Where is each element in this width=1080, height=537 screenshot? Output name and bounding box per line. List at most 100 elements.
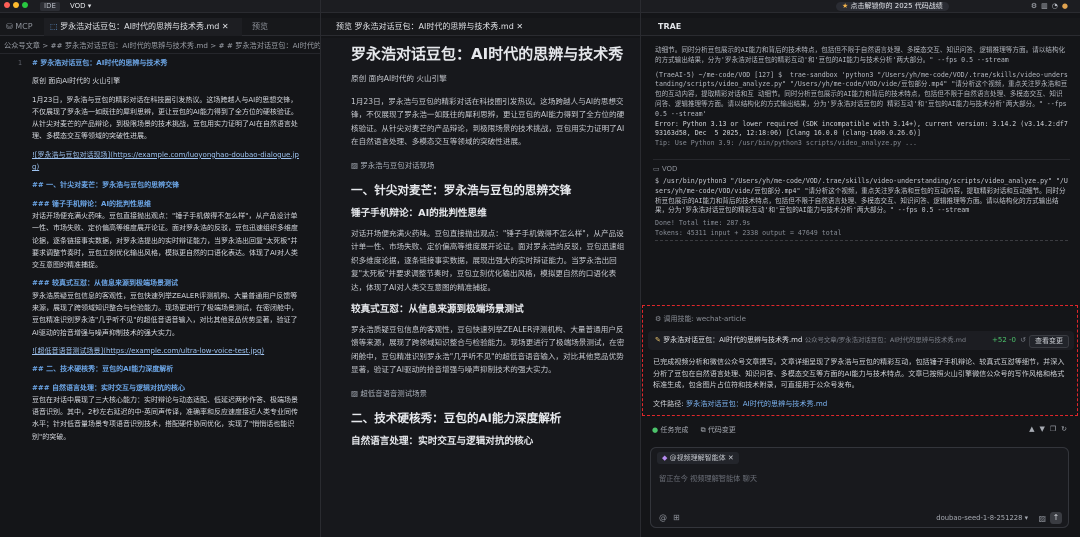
mcp-icon: ⛁ — [6, 22, 13, 31]
minimize-window-icon[interactable] — [13, 2, 19, 8]
editor-panel: 公众号文章 > ## 罗永浩对话豆包：AI时代的思辨与技术秀.md > # # … — [0, 38, 320, 537]
preview-image-1: ▨ 罗永浩与豆包对话现场 — [351, 159, 628, 173]
bell-icon[interactable]: ◔ — [1052, 2, 1062, 10]
preview-image-2: ▨ 超低音语音测试场景 — [351, 387, 628, 401]
terminal-done: Done! Total time: 287.9s — [655, 219, 751, 228]
toolbar-icons[interactable]: ⚙▥◔● — [952, 2, 1072, 11]
thumbs-down-icon[interactable]: ▼ — [1039, 425, 1049, 433]
model-selector[interactable]: doubao-seed-1-8-251228 ▾ — [936, 514, 1028, 522]
agent-chip[interactable]: ◆ @视频理解智能体 ✕ — [657, 452, 739, 464]
terminal-output-2: (TraeAI-5) ~/me-code/VOD [127] $ trae-sa… — [655, 70, 1071, 118]
task-status-row: ● 任务完成 ⧉ 代码变更 ▲▼❐↻ — [652, 425, 1072, 435]
attach-icon[interactable]: ⊞ — [673, 513, 680, 522]
terminal-tip: Tip: Use Python 3.9: /usr/bin/python3 sc… — [655, 139, 918, 148]
settings-icon[interactable]: ⚙ — [1031, 2, 1041, 10]
code-line: 1月23日，罗永浩与豆包的精彩对话在科技圈引发热议。这场跨越人与AI的思想交锋，… — [32, 95, 298, 141]
skill-icon: ⚙ — [655, 315, 662, 323]
code-line: ![超低音语音测试场景](https://example.com/ultra-l… — [32, 346, 265, 355]
refresh-icon[interactable]: ↻ — [1061, 425, 1072, 433]
feedback-icons[interactable]: ▲▼❐↻ — [1029, 425, 1072, 433]
chat-input-box[interactable]: ◆ @视频理解智能体 ✕ 留正在今 视频理解智能体 聊天 @ ⊞ doubao-… — [650, 447, 1069, 528]
preview-byline: 原创 面向AI时代的 火山引擎 — [351, 74, 447, 83]
preview-title: 罗永浩对话豆包：AI时代的思辨与技术秀 — [351, 45, 624, 63]
copy-icon[interactable]: ❐ — [1050, 425, 1061, 433]
send-icon[interactable]: ↑ — [1050, 512, 1062, 524]
avatar[interactable]: ● — [1062, 2, 1072, 10]
broken-image-icon: ▨ — [351, 160, 358, 170]
markdown-preview: 罗永浩对话豆包：AI时代的思辨与技术秀 原创 面向AI时代的 火山引擎 1月23… — [321, 38, 640, 449]
code-content[interactable]: # 罗永浩对话豆包：AI时代的思辨与技术秀 原创 面向AI时代的 火山引擎 1月23… — [32, 57, 300, 443]
summary-text: 已完成视频分析和微信公众号文章撰写。文章详细呈现了罗永浩与豆包的精彩互动，包括锤… — [653, 357, 1065, 390]
code-line: 原创 面向AI时代的 火山引擎 — [32, 77, 121, 86]
code-changes-tab[interactable]: ⧉ 代码变更 — [701, 426, 736, 434]
preview-h2-b: 二、技术硬核秀：豆包的AI能力深度解析 — [351, 411, 562, 425]
code-line: ![罗永浩与豆包对话现场](https://example.com/luoyon… — [32, 150, 299, 172]
markdown-file-icon: ⬚ — [50, 22, 58, 31]
code-editor[interactable]: 1 # 罗永浩对话豆包：AI时代的思辨与技术秀 原创 面向AI时代的 火山引擎 1月2… — [0, 54, 320, 441]
tab-editor-file[interactable]: ⬚ 罗永浩对话豆包：AI时代的思辨与技术秀.md ✕ — [44, 18, 242, 36]
revert-icon[interactable]: ↺ — [1020, 331, 1026, 350]
preview-para-b: 罗永浩质疑豆包信息的客观性，豆包快速列举ZEALER评测机构、大量普通用户反馈等… — [351, 324, 625, 375]
year-report-banner[interactable]: ★ 点击解锁你的 2025 代码战绩 — [836, 2, 949, 11]
code-line: 罗永浩质疑豆包信息的客观性，豆包快速列举ZEALER评测机构、大量普通用户反馈等… — [32, 291, 298, 337]
skill-call: ⚙ 调用技能: wechat-article — [655, 314, 746, 324]
file-path-row: 文件路径: 罗永浩对话豆包：AI时代的思辨与技术秀.md — [653, 399, 827, 409]
tab-trae[interactable]: TRAE — [652, 18, 712, 36]
code-line: 对话开场便充满火药味。豆包直接抛出观点："锤子手机做得不怎么样"，从产品设计单一… — [32, 211, 298, 270]
preview-intro: 1月23日，罗永浩与豆包的精彩对话在科技圈引发热议。这场跨越人与AI的思想交锋，… — [351, 96, 625, 147]
image-icon[interactable]: ▨ — [1038, 514, 1046, 523]
code-line: ### 较真式互怼：从信息来源到极端场景测试 — [32, 279, 179, 288]
tab-preview-short[interactable]: 预览 — [246, 18, 296, 36]
file-path-link[interactable]: 罗永浩对话豆包：AI时代的思辨与技术秀.md — [686, 399, 827, 408]
code-changes-label: 代码变更 — [707, 426, 736, 434]
code-line: 豆包在对话中展现了三大核心能力：实时辩论与动态适配、低延迟两秒作答、极端场景语音… — [32, 395, 298, 441]
preview-h2-a: 一、针尖对麦芒：罗永浩与豆包的思辨交锋 — [351, 183, 572, 197]
tab-preview-short-label: 预览 — [252, 22, 268, 31]
close-window-icon[interactable] — [4, 2, 10, 8]
maximize-window-icon[interactable] — [22, 2, 28, 8]
image-1-alt: 罗永浩与豆包对话现场 — [360, 160, 435, 170]
file-path-label: 文件路径: — [653, 399, 684, 408]
agent-icon: ◆ — [662, 454, 668, 462]
code-line: ## 二、技术硬核秀：豆包的AI能力深度解析 — [32, 365, 174, 374]
tab-mcp[interactable]: ⛁ MCP — [0, 18, 40, 36]
file-edit-icon: ✎ — [655, 336, 661, 344]
code-line: ### 自然语言处理：实时交互与逻辑对抗的核心 — [32, 383, 186, 392]
preview-panel: 罗永浩对话豆包：AI时代的思辨与技术秀 原创 面向AI时代的 火山引擎 1月23… — [321, 38, 640, 537]
mcp-label: MCP — [15, 22, 33, 31]
changed-file-path: 公众号文章/罗永浩对话豆包：AI时代的思辨与技术秀.md — [804, 336, 967, 344]
chat-placeholder[interactable]: 留正在今 视频理解智能体 聊天 — [659, 474, 757, 484]
agent-label: @视频理解智能体 — [669, 454, 726, 462]
divider — [655, 239, 1068, 241]
changed-file-name: 罗永浩对话豆包：AI时代的思辨与技术秀.md — [663, 336, 803, 344]
code-line: ### 锤子手机辩论：AI的批判性思维 — [32, 199, 152, 208]
view-changes-button[interactable]: 查看变更 — [1029, 335, 1069, 348]
preview-para-a: 对话开场便充满火药味。豆包直接抛出观点："锤子手机做得不怎么样"，从产品设计单一… — [351, 228, 625, 292]
tab-editor-label: 罗永浩对话豆包：AI时代的思辨与技术秀.md — [60, 22, 220, 31]
file-change-card[interactable]: ✎ 罗永浩对话豆包：AI时代的思辨与技术秀.md 公众号文章/罗永浩对话豆包：A… — [648, 331, 1074, 350]
ide-badge[interactable]: IDE — [40, 2, 60, 11]
task-complete-label: 任务完成 — [660, 426, 689, 434]
mention-icon[interactable]: @ — [659, 513, 667, 522]
title-bar: IDE VOD ▾ ★ 点击解锁你的 2025 代码战绩 ⚙▥◔● — [0, 0, 1080, 13]
terminal-output-1: 动细节。同时分析豆包展示的AI能力和背后的技术特点，包括但不限于自然语言处理、多… — [655, 46, 1066, 64]
tab-trae-label: TRAE — [658, 22, 682, 31]
breadcrumb[interactable]: 公众号文章 > ## 罗永浩对话豆包：AI时代的思辨与技术秀.md > # # … — [0, 38, 320, 54]
vod-label: VOD — [661, 164, 678, 173]
diff-stats: +52 -0 — [992, 336, 1016, 344]
layout-icon[interactable]: ▥ — [1041, 2, 1052, 10]
terminal-error: Error: Python 3.13 or lower required (SD… — [655, 119, 1068, 138]
thumbs-up-icon[interactable]: ▲ — [1029, 425, 1039, 433]
preview-h3-b: 较真式互怼：从信息来源到极端场景测试 — [351, 304, 524, 315]
broken-image-icon: ▨ — [351, 388, 358, 398]
project-switcher[interactable]: VOD ▾ — [70, 2, 91, 11]
skill-label: 调用技能: wechat-article — [663, 315, 746, 323]
window-controls[interactable] — [4, 2, 31, 11]
vod-terminal-header[interactable]: ▭ VOD — [653, 158, 1070, 173]
model-name: doubao-seed-1-8-251228 — [936, 514, 1023, 522]
tab-preview[interactable]: 预览 罗永浩对话豆包：AI时代的思辨与技术秀.md ✕ — [330, 18, 630, 36]
project-name: VOD — [70, 2, 86, 10]
tab-bar: ⛁ MCP ⬚ 罗永浩对话豆包：AI时代的思辨与技术秀.md ✕ 预览 预览 罗… — [0, 18, 1080, 36]
banner-text: 点击解锁你的 2025 代码战绩 — [850, 2, 943, 10]
line-number: 1 — [17, 59, 22, 67]
